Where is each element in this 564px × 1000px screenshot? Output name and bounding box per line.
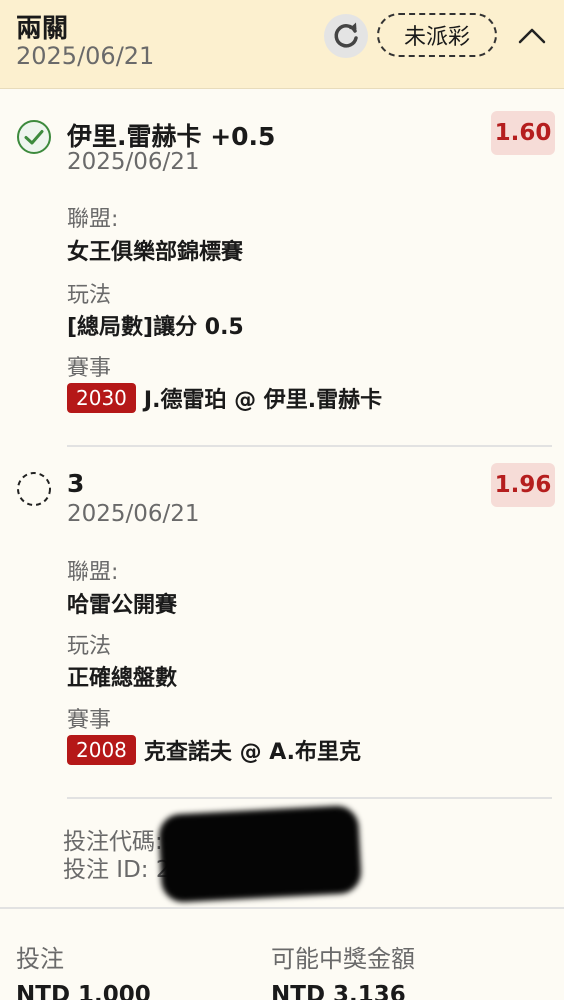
market-label: 玩法 xyxy=(67,634,112,659)
refresh-icon xyxy=(334,22,358,48)
bet-summary-footer: 投注 NTD 1,000 可能中獎金額 NTD 3,136 xyxy=(0,907,564,1000)
pending-dashed-circle-icon xyxy=(17,472,51,506)
league-value: 哈雷公開賽 xyxy=(67,593,178,618)
bet-type-title: 兩關 xyxy=(16,14,69,44)
stake-value: NTD 1,000 xyxy=(16,982,151,1000)
selection-date: 2025/06/21 xyxy=(67,149,200,175)
payout-block: 可能中獎金額 NTD 3,136 xyxy=(271,939,415,1000)
settlement-status-badge: 未派彩 xyxy=(377,13,497,57)
match-name: 克查諾夫 @ A.布里克 xyxy=(143,740,362,765)
redaction-blot xyxy=(157,804,363,904)
stake-block: 投注 NTD 1,000 xyxy=(16,939,151,1000)
market-label: 玩法 xyxy=(67,283,112,308)
match-id-badge: 2030 xyxy=(67,383,136,413)
leg-divider xyxy=(67,797,552,799)
collapse-button[interactable] xyxy=(514,18,550,54)
selection-title: 伊里.雷赫卡 +0.5 xyxy=(67,122,276,151)
chevron-up-icon xyxy=(518,28,546,44)
bet-date: 2025/06/21 xyxy=(16,42,155,70)
market-value: 正確總盤數 xyxy=(67,666,178,691)
payout-label: 可能中獎金額 xyxy=(271,945,415,973)
market-value: [總局數]讓分 0.5 xyxy=(67,315,244,340)
stake-label: 投注 xyxy=(16,945,64,973)
event-label: 賽事 xyxy=(67,356,112,381)
refresh-button[interactable] xyxy=(324,14,368,58)
leg-divider xyxy=(67,445,552,447)
event-label: 賽事 xyxy=(67,708,112,733)
payout-value: NTD 3,136 xyxy=(271,982,406,1000)
league-label: 聯盟: xyxy=(67,207,119,232)
odds-badge: 1.60 xyxy=(491,111,555,155)
event-value: 2008 克查諾夫 @ A.布里克 xyxy=(67,734,361,766)
odds-badge: 1.96 xyxy=(491,463,555,507)
bet-header[interactable]: 兩關 2025/06/21 未派彩 xyxy=(0,0,564,89)
match-id-badge: 2008 xyxy=(67,735,136,765)
selection-title: 3 xyxy=(67,469,85,498)
event-value: 2030 J.德雷珀 @ 伊里.雷赫卡 xyxy=(67,382,382,414)
league-value: 女王俱樂部錦標賽 xyxy=(67,240,244,265)
bet-slip-page: 兩關 2025/06/21 未派彩 伊里.雷赫卡 +0.5 2025/06/21… xyxy=(0,0,564,1000)
bet-id: 投注 ID: 2 xyxy=(63,857,171,883)
match-name: J.德雷珀 @ 伊里.雷赫卡 xyxy=(143,388,383,413)
selection-date: 2025/06/21 xyxy=(67,501,200,527)
league-label: 聯盟: xyxy=(67,560,119,585)
check-circle-icon xyxy=(17,120,51,154)
